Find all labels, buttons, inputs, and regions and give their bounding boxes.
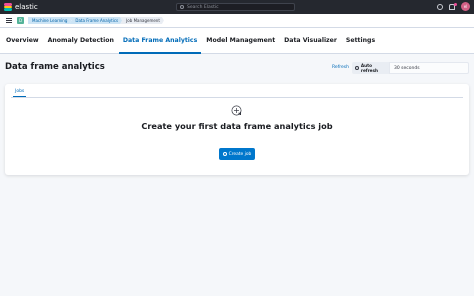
panel-tabs: Jobs (11, 87, 463, 98)
pause-icon (355, 66, 359, 70)
elastic-logo[interactable]: elastic (4, 3, 38, 11)
help-icon[interactable] (437, 3, 443, 10)
top-header: elastic Search Elastic el (0, 0, 474, 14)
hamburger-icon[interactable] (6, 18, 12, 23)
space-avatar[interactable]: D (17, 17, 24, 24)
add-chart-icon (231, 105, 242, 116)
breadcrumb-bar: D Machine Learning Data Frame Analytics … (0, 14, 474, 28)
tab-data-visualizer[interactable]: Data Visualizer (280, 27, 341, 53)
tab-model-management[interactable]: Model Management (202, 27, 279, 53)
brand-name: elastic (15, 3, 38, 11)
tab-data-frame-analytics[interactable]: Data Frame Analytics (118, 27, 202, 54)
tab-anomaly-detection[interactable]: Anomaly Detection (44, 27, 118, 53)
breadcrumb: Machine Learning Data Frame Analytics Jo… (28, 17, 164, 24)
refresh-interval-field[interactable]: 30 seconds (389, 62, 469, 74)
ml-tabs: Overview Anomaly Detection Data Frame An… (0, 28, 474, 54)
tab-jobs[interactable]: Jobs (13, 89, 27, 97)
newsfeed-icon[interactable] (449, 2, 457, 10)
global-search-input[interactable]: Search Elastic (176, 3, 295, 11)
refresh-button[interactable]: Refresh (332, 65, 349, 70)
auto-refresh-label: Auto refresh (360, 63, 378, 73)
search-placeholder: Search Elastic (187, 4, 219, 10)
plus-circle-icon (222, 152, 227, 156)
breadcrumb-machine-learning[interactable]: Machine Learning (28, 17, 71, 24)
tab-overview[interactable]: Overview (2, 27, 43, 53)
elastic-logo-icon (4, 3, 12, 11)
breadcrumb-job-management: Job Management (120, 17, 164, 24)
page-title: Data frame analytics (5, 62, 105, 72)
create-job-button[interactable]: Create job (219, 148, 255, 160)
user-avatar[interactable]: el (461, 2, 470, 11)
header-actions: el (437, 2, 470, 11)
tab-settings[interactable]: Settings (342, 27, 379, 53)
empty-state-title: Create your first data frame analytics j… (141, 121, 333, 131)
search-icon (180, 5, 184, 9)
breadcrumb-data-frame-analytics[interactable]: Data Frame Analytics (69, 17, 122, 24)
create-job-label: Create job (228, 151, 252, 157)
auto-refresh-toggle[interactable]: Auto refresh (352, 62, 389, 74)
